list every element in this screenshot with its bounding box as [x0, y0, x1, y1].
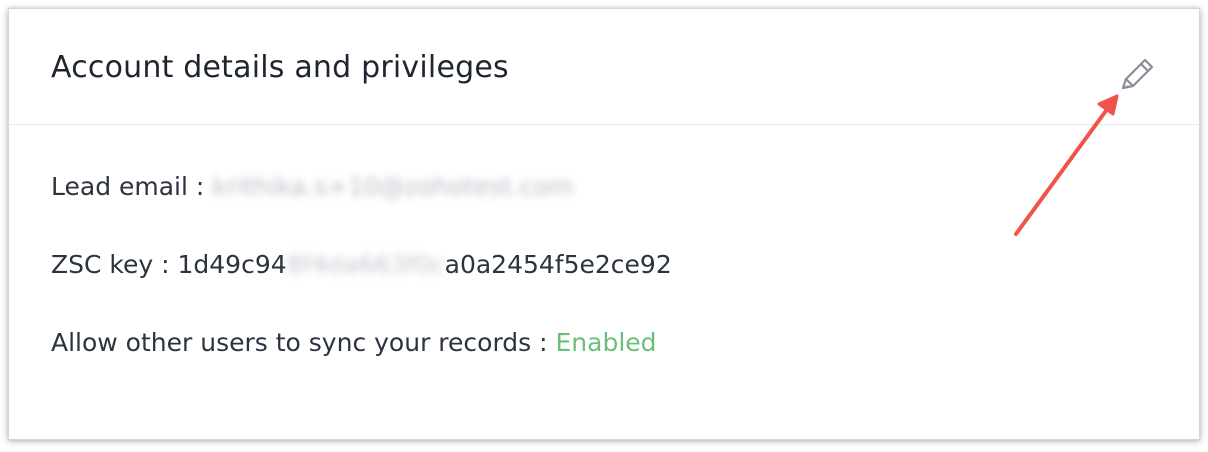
zsc-key-suffix: a0a2454f5e2ce92 [444, 250, 672, 279]
sync-records-label: Allow other users to sync your records : [51, 328, 548, 357]
card-title: Account details and privileges [51, 50, 509, 85]
edit-button[interactable] [1114, 53, 1158, 97]
sync-status-badge: Enabled [555, 328, 657, 357]
zsc-key-row: ZSC key : 1d49c948f4da663f0ca0a2454f5e2c… [51, 249, 672, 281]
pencil-icon [1121, 58, 1154, 90]
card-header: Account details and privileges [9, 9, 1199, 125]
account-details-card: Account details and privileges Lead emai… [8, 8, 1200, 440]
sync-records-row: Allow other users to sync your records :… [51, 327, 657, 359]
zsc-key-hidden: 8f4da663f0c [286, 250, 445, 279]
lead-email-row: Lead email : krithika.s+10@zohotest.com [51, 171, 574, 203]
lead-email-value: krithika.s+10@zohotest.com [212, 172, 574, 201]
zsc-key-prefix: 1d49c94 [177, 250, 287, 279]
lead-email-label: Lead email : [51, 172, 205, 201]
zsc-key-label: ZSC key : [51, 250, 170, 279]
